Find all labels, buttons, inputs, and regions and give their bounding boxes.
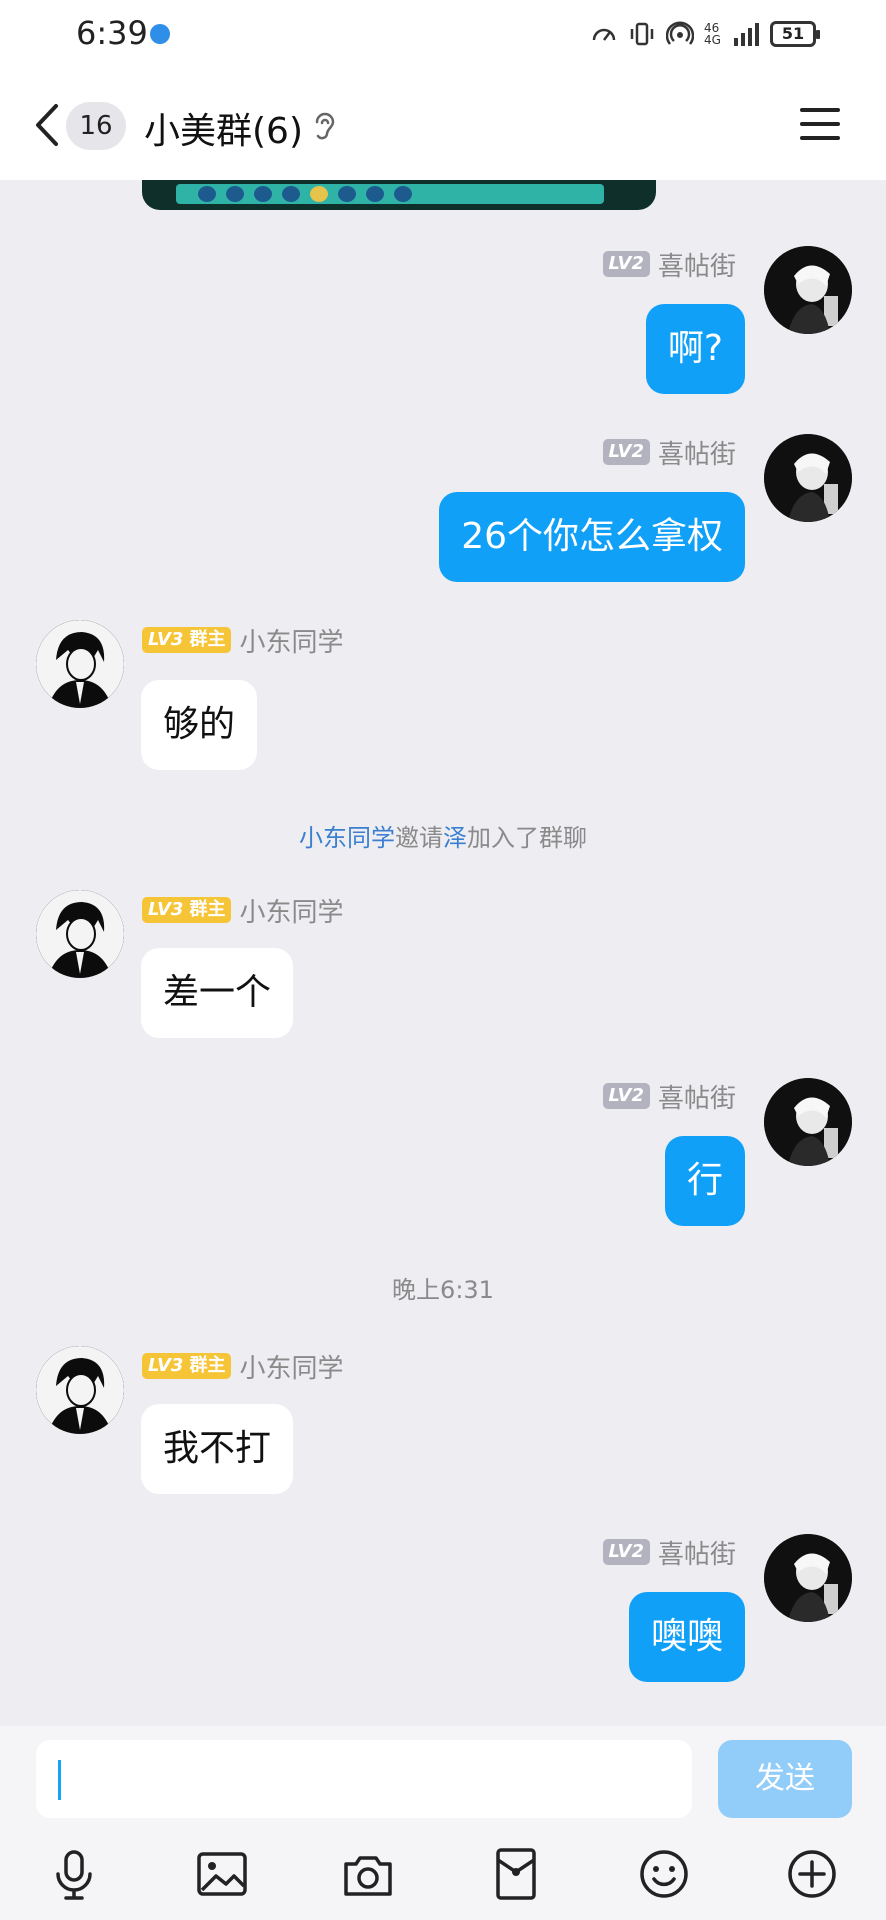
timestamp: 晚上6:31 [392, 1276, 494, 1304]
text-caret [58, 1760, 61, 1800]
level-badge: LV2 [602, 1539, 650, 1565]
sender-name: 小东同学 [239, 627, 344, 658]
notification-dot-icon [150, 24, 170, 44]
image-glyph [338, 186, 356, 202]
status-time: 6:39 [76, 14, 148, 52]
level-badge: LV2 [602, 1083, 650, 1109]
battery-icon: 51 [770, 21, 820, 47]
send-button[interactable]: 发送 [718, 1740, 852, 1818]
message-bubble[interactable]: 我不打 [141, 1404, 294, 1494]
speed-icon [592, 28, 616, 41]
owner-badge: LV3 群主 [142, 1353, 232, 1379]
avatar[interactable] [36, 1346, 124, 1434]
hotspot-icon [666, 21, 694, 45]
camera-icon[interactable] [340, 1846, 396, 1902]
message-bubble[interactable]: 差一个 [141, 948, 294, 1038]
status-icons: 46 4G 51 [590, 20, 820, 48]
emoji-icon[interactable] [636, 1846, 692, 1902]
message-input[interactable] [36, 1740, 692, 1818]
sender-name: 喜帖街 [657, 1539, 736, 1570]
message-bubble[interactable]: 行 [664, 1136, 745, 1226]
sender-name: 喜帖街 [657, 439, 736, 470]
image-glyph [394, 186, 412, 202]
microphone-icon[interactable] [46, 1846, 102, 1902]
owner-badge: LV3 群主 [142, 897, 232, 923]
image-glyph [310, 186, 328, 202]
network-type: 46 4G [704, 21, 721, 47]
sender-meta: LV3 群主 小东同学 [142, 894, 344, 928]
image-glyph [226, 186, 244, 202]
sender-name: 喜帖街 [657, 251, 736, 282]
avatar[interactable] [764, 246, 852, 334]
chat-header: 16 小美群(6) [0, 72, 886, 180]
message-bubble[interactable]: 够的 [141, 680, 258, 770]
image-glyph [282, 186, 300, 202]
sender-meta: LV3 群主 小东同学 [142, 624, 344, 658]
ear-icon[interactable] [310, 110, 340, 144]
sender-meta: LV2 喜帖街 [602, 1536, 736, 1570]
sender-meta: LV2 喜帖街 [602, 248, 736, 282]
level-badge: LV2 [602, 251, 650, 277]
sender-meta: LV3 群主 小东同学 [142, 1350, 344, 1384]
image-glyph [198, 186, 216, 202]
message-bubble[interactable]: 啊? [645, 304, 745, 394]
sender-meta: LV2 喜帖街 [602, 436, 736, 470]
back-arrow-icon[interactable] [28, 100, 64, 150]
avatar[interactable] [764, 1534, 852, 1622]
group-title[interactable]: 小美群(6) [144, 102, 303, 154]
image-glyph [254, 186, 272, 202]
owner-badge: LV3 群主 [142, 627, 232, 653]
plus-icon[interactable] [784, 1846, 840, 1902]
system-notice: 小东同学邀请泽加入了群聊 [299, 824, 587, 852]
image-icon[interactable] [194, 1846, 250, 1902]
input-area: 发送 [0, 1726, 886, 1920]
status-bar: 6:39 46 4G 51 [0, 0, 886, 72]
message-bubble[interactable]: 26个你怎么拿权 [439, 492, 745, 582]
avatar[interactable] [36, 890, 124, 978]
avatar[interactable] [764, 434, 852, 522]
level-badge: LV2 [602, 439, 650, 465]
unread-count-badge[interactable]: 16 [66, 102, 126, 150]
signal-icon [734, 23, 759, 46]
invitee-link[interactable]: 泽 [443, 824, 467, 852]
avatar[interactable] [764, 1078, 852, 1166]
red-packet-icon[interactable] [488, 1846, 544, 1902]
menu-icon[interactable] [800, 106, 840, 142]
sender-name: 喜帖街 [657, 1083, 736, 1114]
inviter-link[interactable]: 小东同学 [299, 824, 395, 852]
sender-name: 小东同学 [239, 1353, 344, 1384]
sender-meta: LV2 喜帖街 [602, 1080, 736, 1114]
message-bubble[interactable]: 噢噢 [628, 1592, 745, 1682]
avatar[interactable] [36, 620, 124, 708]
image-message[interactable] [142, 180, 656, 210]
vibrate-icon [630, 22, 654, 46]
image-glyph [366, 186, 384, 202]
sender-name: 小东同学 [239, 897, 344, 928]
